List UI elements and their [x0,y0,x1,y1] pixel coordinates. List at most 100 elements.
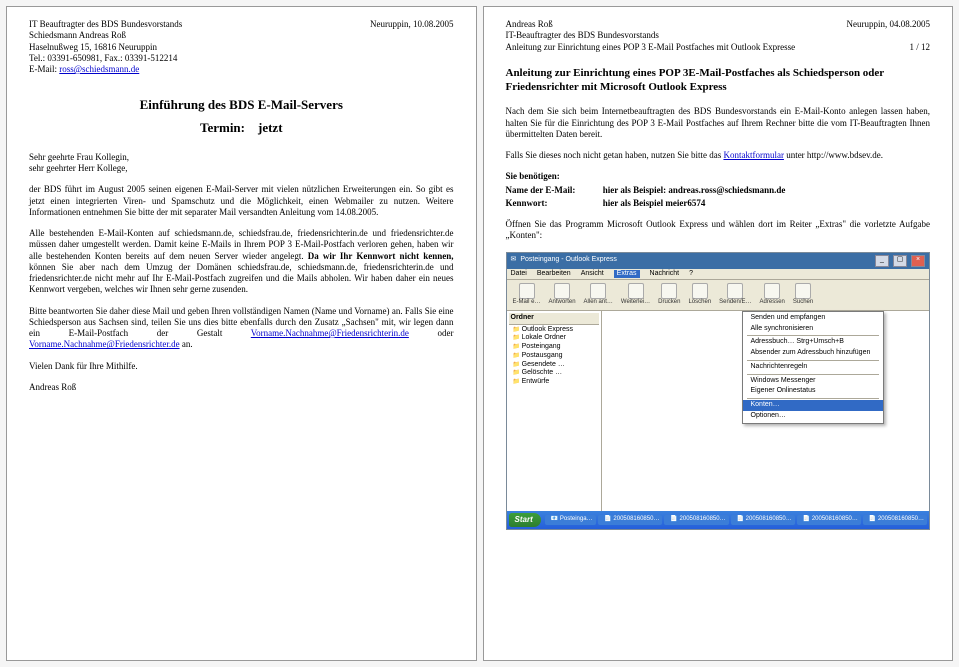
oe-main-pane: Senden und empfangenAlle synchronisieren… [602,311,930,511]
toolbar-button[interactable]: Weiterlei… [621,283,650,307]
page-1: IT Beauftragter des BDS Bundesvorstands … [6,6,477,661]
maximize-button[interactable]: ▢ [893,255,907,267]
r-para-2: Falls Sie dieses noch nicht getan haben,… [506,150,931,161]
dropdown-item[interactable]: Alle synchronisieren [743,324,883,335]
para-thanks: Vielen Dank für Ihre Mithilfe. [29,361,454,372]
toolbar-icon [795,283,811,299]
toolbar-icon [554,283,570,299]
toolbar-icon [661,283,677,299]
taskbar-item[interactable]: 📄 200508160850… [797,515,861,525]
minimize-button[interactable]: _ [875,255,889,267]
taskbar-item[interactable]: 📄 200508160850… [664,515,728,525]
dropdown-item[interactable]: Absender zum Adressbuch hinzufügen [743,348,883,359]
r-para-3: Öffnen Sie das Programm Microsoft Outloo… [506,219,931,242]
folder-item[interactable]: Outlook Express [513,326,599,335]
taskbar-item[interactable]: 📧 Posteinga… [545,515,597,525]
toolbar-button[interactable]: Senden/E… [719,283,751,307]
menu-item-datei[interactable]: Datei [511,270,527,279]
sender-name: Schiedsmann Andreas Roß [29,30,454,41]
toolbar-label: Antworten [549,299,576,307]
toolbar-button[interactable]: Antworten [549,283,576,307]
oe-tree-header: Ordner [509,313,599,325]
sender-email-line: E-Mail: ross@schiedsmann.de [29,64,454,75]
folder-item[interactable]: Posteingang [513,343,599,352]
folder-item[interactable]: Gelöschte … [513,369,599,378]
dropdown-item[interactable]: Senden und empfangen [743,313,883,324]
page-2: Andreas Roß Neuruppin, 04.08.2005 IT-Bea… [483,6,954,661]
toolbar-icon [692,283,708,299]
need-header: Sie benötigen: [506,171,931,182]
oe-titlebar: ✉ Posteingang - Outlook Express _ ▢ × [507,253,930,269]
page2-title: Anleitung zur Einrichtung eines POP 3E-M… [506,67,931,95]
para-2: Alle bestehenden E-Mail-Konten auf schie… [29,228,454,296]
close-button[interactable]: × [911,255,925,267]
toolbar-button[interactable]: E-Mail e… [513,283,541,307]
dropdown-item[interactable]: Windows Messenger [743,376,883,387]
menu-item-ansicht[interactable]: Ansicht [581,270,604,279]
windows-taskbar: Start 📧 Posteinga…📄 200508160850…📄 20050… [507,511,930,529]
doc-title: Einführung des BDS E-Mail-Servers [29,97,454,113]
oe-folder-tree[interactable]: Ordner Outlook ExpressLokale OrdnerPoste… [507,311,602,511]
two-page-spread: IT Beauftragter des BDS Bundesvorstands … [0,0,959,667]
toolbar-button[interactable]: Drucken [658,283,680,307]
dropdown-item[interactable]: Adressbuch… Strg+Umsch+B [743,337,883,348]
hdr-doc: Anleitung zur Einrichtung eines POP 3 E-… [506,42,796,53]
hdr-author: Andreas Roß [506,19,553,30]
sender-tel: Tel.: 03391-650981, Fax.: 03391-512214 [29,53,454,64]
toolbar-label: Weiterlei… [621,299,650,307]
kontaktformular-link[interactable]: Kontaktformular [723,150,783,160]
toolbar-label: Suchen [793,299,813,307]
para-1: der BDS führt im August 2005 seinen eige… [29,184,454,218]
toolbar-label: Adressen [760,299,785,307]
dropdown-item[interactable]: Konten… [743,400,883,411]
oe-title-text: Posteingang - Outlook Express [520,256,617,265]
greeting-1: Sehr geehrte Frau Kollegin, [29,152,454,163]
taskbar-item[interactable]: 📄 200508160850… [598,515,662,525]
place-date: Neuruppin, 10.08.2005 [370,19,454,30]
toolbar-icon [628,283,644,299]
extras-dropdown-menu: Senden und empfangenAlle synchronisieren… [742,311,884,424]
toolbar-label: E-Mail e… [513,299,541,307]
sender-addr: Haselnußweg 15, 16816 Neuruppin [29,42,454,53]
toolbar-label: Allen ant… [584,299,613,307]
toolbar-button[interactable]: Allen ant… [584,283,613,307]
dropdown-item[interactable]: Optionen… [743,411,883,422]
toolbar-label: Löschen [688,299,711,307]
dropdown-item[interactable]: Eigener Onlinestatus [743,386,883,397]
greeting-2: sehr geehrter Herr Kollege, [29,163,454,174]
need-pw: Kennwort: hier als Beispiel meier6574 [506,198,931,209]
menu-item-extras[interactable]: Extras [614,270,640,279]
oe-toolbar: E-Mail e… Antworten Allen ant… Weiterlei… Dr… [507,280,930,311]
toolbar-icon [764,283,780,299]
hdr-date: Neuruppin, 04.08.2005 [847,19,931,30]
termin-line: Termin: jetzt [29,120,454,136]
need-name: Name der E-Mail: hier als Beispiel: andr… [506,185,931,196]
start-button[interactable]: Start [509,513,541,527]
toolbar-icon [727,283,743,299]
taskbar-item[interactable]: 📄 200508160850… [731,515,795,525]
folder-item[interactable]: Postausgang [513,352,599,361]
hdr-org: IT-Beauftragter des BDS Bundesvorstands [506,30,931,41]
hdr-page: 1 / 12 [909,42,930,53]
outlook-express-window: ✉ Posteingang - Outlook Express _ ▢ × Da… [506,252,931,530]
folder-item[interactable]: Lokale Ordner [513,334,599,343]
sender-email-link[interactable]: ross@schiedsmann.de [59,64,139,74]
oe-app-icon: ✉ [511,256,517,265]
folder-item[interactable]: Entwürfe [513,378,599,387]
toolbar-label: Senden/E… [719,299,751,307]
taskbar-item[interactable]: 📄 200508160850… [863,515,927,525]
email-template-link-1[interactable]: Vorname.Nachnahme@Friedensrichterin.de [251,328,409,338]
menu-item-nachricht[interactable]: Nachricht [650,270,680,279]
para-3: Bitte beantworten Sie daher diese Mail u… [29,306,454,351]
folder-item[interactable]: Gesendete … [513,361,599,370]
menu-item-?[interactable]: ? [689,270,693,279]
dropdown-item[interactable]: Nachrichtenregeln [743,362,883,373]
org-line: IT Beauftragter des BDS Bundesvorstands [29,19,182,30]
menu-item-bearbeiten[interactable]: Bearbeiten [537,270,571,279]
page2-header: Andreas Roß Neuruppin, 04.08.2005 IT-Bea… [506,19,931,53]
toolbar-button[interactable]: Adressen [760,283,785,307]
email-template-link-2[interactable]: Vorname.Nachnahme@Friedensrichter.de [29,339,180,349]
toolbar-icon [519,283,535,299]
toolbar-button[interactable]: Suchen [793,283,813,307]
toolbar-button[interactable]: Löschen [688,283,711,307]
